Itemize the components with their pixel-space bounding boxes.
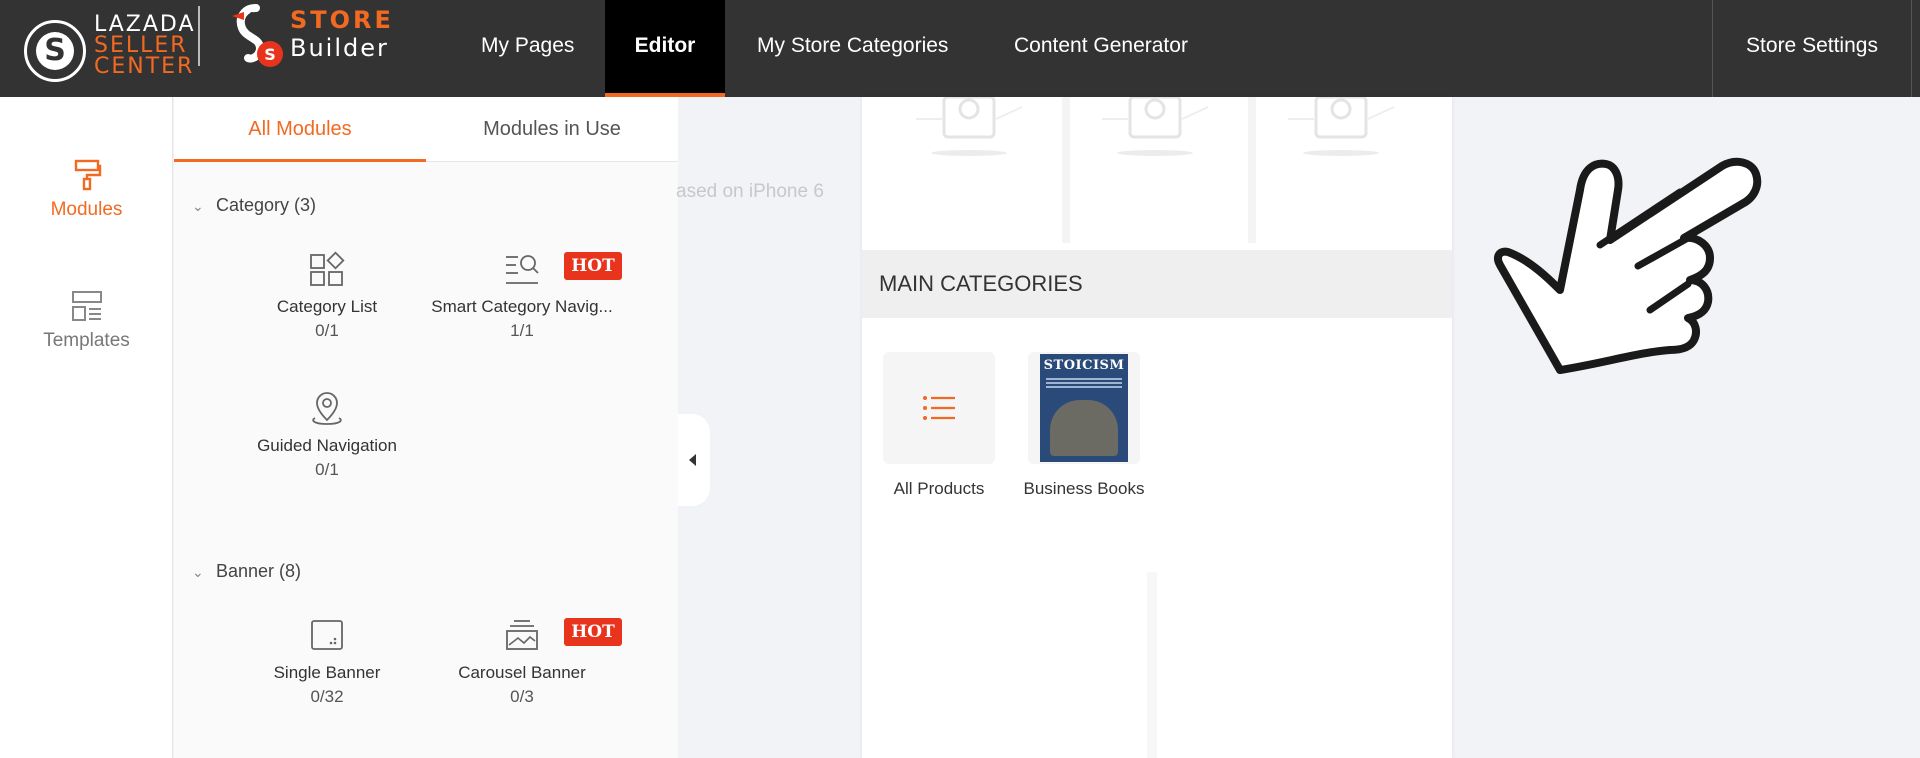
collapse-panel-toggle[interactable] (678, 414, 710, 506)
module-count: 0/3 (510, 687, 534, 706)
category-label: All Products (893, 479, 985, 498)
tile-divider (1248, 97, 1256, 243)
section-category-title: Category (3) (216, 195, 317, 215)
category-label: Business Books (1023, 479, 1145, 498)
store-builder-text: STORE Builder (290, 6, 394, 62)
templates-icon (71, 291, 102, 321)
tab-all-modules[interactable]: All Modules (174, 97, 426, 162)
main-categories-header: MAIN CATEGORIES (862, 250, 1452, 318)
section-category-body: Category List 0/1 Smart Category Navig..… (174, 235, 678, 535)
caret-left-icon (689, 454, 696, 466)
chevron-down-icon: ⌄ (192, 564, 204, 580)
module-count: 0/1 (315, 460, 339, 479)
tab-modules-in-use[interactable]: Modules in Use (426, 97, 678, 162)
module-name: Single Banner (273, 663, 381, 682)
rail-modules-label: Modules (50, 199, 123, 220)
lazada-logo-icon: S (24, 20, 86, 82)
tile-divider (1062, 97, 1070, 243)
hot-badge: HOT (564, 618, 622, 646)
left-rail: Modules Templates (0, 97, 173, 758)
module-name: Smart Category Navig... (431, 297, 613, 316)
smart-category-icon (506, 255, 539, 284)
rail-templates[interactable]: Templates (0, 290, 173, 352)
module-single-banner[interactable]: Single Banner 0/32 (227, 617, 427, 707)
phone-preview: MAIN CATEGORIES All Products STOICISM Bu… (862, 97, 1452, 758)
device-hint-text: ased on iPhone 6 (676, 181, 824, 202)
carousel-banner-icon (506, 620, 538, 650)
module-category-list[interactable]: Category List 0/1 (227, 251, 427, 341)
pointing-hand-icon (1494, 157, 1762, 374)
category-tile-all-products[interactable] (883, 352, 995, 464)
category-tile-business-books[interactable]: STOICISM (1028, 352, 1140, 464)
category-list-icon (310, 251, 345, 286)
section-banner-body: Single Banner 0/32 Carousel Banner 0/3 H… (174, 601, 678, 758)
section-banner-header[interactable]: ⌄ Banner (8) (174, 541, 678, 601)
nav-divider (1911, 0, 1912, 97)
nav-my-pages[interactable]: My Pages (449, 0, 606, 97)
nav-my-store-categories[interactable]: My Store Categories (725, 0, 980, 97)
rail-modules[interactable]: Modules (0, 159, 173, 221)
nav-editor[interactable]: Editor (605, 0, 725, 97)
logo-divider (198, 6, 200, 66)
module-name: Category List (276, 297, 378, 316)
image-placeholder-icon (1102, 97, 1209, 156)
store-builder-mascot-icon: S (232, 4, 283, 67)
single-banner-icon (311, 620, 343, 650)
modules-tabs: All Modules Modules in Use (174, 97, 678, 162)
module-guided-navigation[interactable]: Guided Navigation 0/1 (227, 390, 427, 480)
placeholder-image-tile[interactable] (1070, 97, 1248, 243)
placeholder-image-tile[interactable] (1256, 97, 1434, 243)
section-banner-title: Banner (8) (216, 561, 302, 581)
placeholder-product-grid (862, 572, 1452, 758)
hot-badge: HOT (564, 252, 622, 280)
book-cover-image: STOICISM (1040, 354, 1128, 462)
placeholder-image-tile[interactable] (884, 97, 1062, 243)
module-count: 0/32 (310, 687, 344, 706)
modules-panel: All Modules Modules in Use ⌄ Category (3)… (174, 97, 678, 758)
svg-text:S: S (264, 45, 276, 64)
grid-divider (1147, 572, 1157, 758)
list-icon (923, 396, 955, 420)
module-count: 0/1 (315, 321, 339, 340)
product-placeholder[interactable] (1157, 572, 1442, 758)
chevron-down-icon: ⌄ (192, 198, 204, 214)
module-name: Carousel Banner (458, 663, 586, 682)
nav-content-generator[interactable]: Content Generator (982, 0, 1220, 97)
image-placeholder-icon (1288, 97, 1395, 156)
image-placeholder-icon (916, 97, 1023, 156)
location-pin-icon (312, 392, 342, 425)
section-category-header[interactable]: ⌄ Category (3) (174, 175, 678, 235)
lazada-logo-text: LAZADA SELLER CENTER (94, 12, 196, 79)
module-name: Guided Navigation (257, 436, 397, 455)
module-count: 1/1 (510, 321, 534, 340)
paint-roller-icon (74, 159, 101, 191)
product-placeholder[interactable] (862, 572, 1147, 758)
rail-templates-label: Templates (43, 330, 130, 351)
